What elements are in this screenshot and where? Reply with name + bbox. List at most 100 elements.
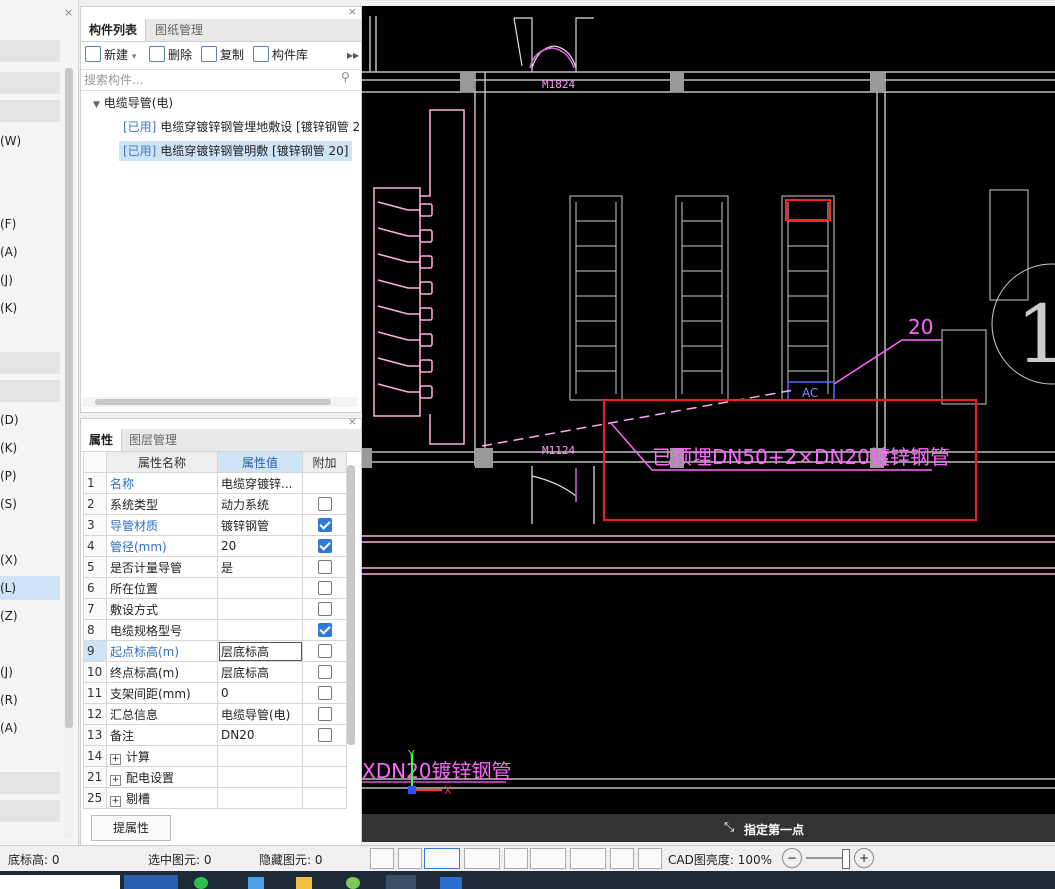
property-value[interactable]: 20 — [217, 535, 303, 557]
app-icon[interactable] — [194, 877, 208, 889]
tree-group[interactable]: ▼ 电缆导管(电) — [93, 93, 173, 113]
nav-item-code[interactable]: (R) — [0, 693, 18, 707]
nav-item-code[interactable]: (K) — [0, 441, 17, 455]
property-row[interactable]: 21 + 配电设置 — [83, 766, 347, 788]
additional-checkbox-cell[interactable] — [302, 514, 347, 536]
additional-checkbox-cell[interactable] — [302, 661, 347, 683]
tree-item-selected[interactable]: [已用] 电缆穿镀锌钢管明敷 [镀锌钢管 20] — [119, 141, 353, 161]
rectangle-select-icon[interactable] — [424, 848, 460, 869]
close-icon[interactable]: × — [348, 5, 357, 18]
property-value[interactable] — [217, 766, 303, 788]
tab-layer-management[interactable]: 图层管理 — [121, 429, 185, 451]
property-row[interactable]: 10 终点标高(m) 层底标高 — [83, 661, 347, 683]
additional-checkbox-cell[interactable] — [302, 493, 347, 515]
additional-checkbox-cell[interactable] — [302, 472, 347, 494]
chevron-down-icon[interactable]: ▾ — [132, 52, 137, 62]
scrollbar[interactable] — [64, 68, 74, 838]
additional-checkbox-cell[interactable] — [302, 703, 347, 725]
nav-item-code[interactable]: (S) — [0, 497, 17, 511]
zoom-in-icon[interactable]: + — [854, 848, 874, 868]
nav-item-code[interactable]: (D) — [0, 413, 19, 427]
checkbox-unchecked[interactable] — [317, 727, 332, 742]
scrollbar-thumb[interactable] — [65, 68, 73, 728]
additional-checkbox-cell[interactable] — [302, 682, 347, 704]
property-value[interactable]: 是 — [217, 556, 303, 578]
app-icon[interactable] — [248, 877, 264, 889]
expand-icon[interactable]: + — [110, 774, 121, 786]
folder-icon[interactable] — [296, 877, 312, 889]
additional-checkbox-cell[interactable] — [302, 724, 347, 746]
property-value[interactable] — [217, 745, 303, 767]
nav-item-code[interactable]: (A) — [0, 721, 18, 735]
additional-checkbox-cell[interactable] — [302, 556, 347, 578]
checkbox-unchecked[interactable] — [317, 580, 332, 595]
property-row[interactable]: 3 导管材质 镀锌钢管 — [83, 514, 347, 536]
snap-grid-icon[interactable] — [370, 848, 394, 869]
additional-checkbox-cell[interactable] — [302, 766, 347, 788]
nav-item-code[interactable]: (A) — [0, 245, 18, 259]
scrollbar-thumb[interactable] — [347, 465, 355, 745]
angle-icon[interactable] — [530, 848, 566, 869]
checkbox-unchecked[interactable] — [317, 559, 332, 574]
slider-handle[interactable] — [842, 849, 850, 869]
property-value[interactable] — [217, 598, 303, 620]
cad-canvas[interactable]: M1824 M1124 AC 1 20 已预埋DN50+2×DN20镀锌钢管 X… — [362, 6, 1055, 814]
expand-icon[interactable]: ▼ — [93, 100, 100, 110]
property-row[interactable]: 5 是否计量导管是 — [83, 556, 347, 578]
horizontal-scrollbar[interactable] — [83, 397, 357, 407]
checkbox-unchecked[interactable] — [317, 706, 332, 721]
property-row[interactable]: 13 备注 DN20 — [83, 724, 347, 746]
expand-icon[interactable]: + — [110, 795, 121, 807]
close-icon[interactable]: × — [348, 415, 357, 428]
property-value[interactable] — [217, 577, 303, 599]
nav-item-code[interactable]: (J) — [0, 273, 13, 287]
property-row[interactable]: 12 汇总信息 电缆导管(电) — [83, 703, 347, 725]
property-row[interactable]: 25 + 剔槽 — [83, 787, 347, 809]
component-library-button[interactable]: 构件库 — [253, 45, 308, 65]
property-value[interactable]: 动力系统 — [217, 493, 303, 515]
ortho-icon[interactable] — [398, 848, 422, 869]
property-row[interactable]: 1 名称 电缆穿镀锌... — [83, 472, 347, 494]
nav-item-code[interactable]: (W) — [0, 134, 21, 148]
property-row[interactable]: 2 系统类型 动力系统 — [83, 493, 347, 515]
additional-checkbox-cell[interactable] — [302, 577, 347, 599]
checkbox-unchecked[interactable] — [317, 685, 332, 700]
checkbox-checked[interactable] — [317, 517, 332, 532]
zoom-out-icon[interactable]: − — [782, 848, 802, 868]
expand-icon[interactable]: + — [110, 753, 121, 765]
checkbox-unchecked[interactable] — [317, 643, 332, 658]
checkbox-checked[interactable] — [317, 538, 332, 553]
property-value[interactable]: 层底标高 — [217, 640, 303, 662]
additional-checkbox-cell[interactable] — [302, 535, 347, 557]
nav-item-code[interactable]: (Z) — [0, 609, 18, 623]
nav-item-code[interactable]: (F) — [0, 217, 16, 231]
intersection-icon[interactable] — [504, 848, 528, 869]
checkbox-unchecked[interactable] — [317, 601, 332, 616]
dimension-icon[interactable] — [570, 848, 606, 869]
property-value[interactable] — [217, 787, 303, 809]
additional-checkbox-cell[interactable] — [302, 598, 347, 620]
taskbar-app[interactable] — [124, 875, 178, 889]
tree-item[interactable]: [已用] 电缆穿镀锌钢管埋地敷设 [镀锌钢管 2 — [123, 117, 360, 137]
nav-item-code[interactable]: (X) — [0, 553, 18, 567]
additional-checkbox-cell[interactable] — [302, 619, 347, 641]
property-row[interactable]: 6 所在位置 — [83, 577, 347, 599]
new-button[interactable]: 新建 ▾ — [85, 45, 136, 65]
nav-item-code[interactable]: (J) — [0, 665, 13, 679]
more-icon[interactable]: ▸▸ — [347, 45, 359, 65]
checkbox-checked[interactable] — [317, 622, 332, 637]
additional-checkbox-cell[interactable] — [302, 745, 347, 767]
property-value[interactable]: 镀锌钢管 — [217, 514, 303, 536]
additional-checkbox-cell[interactable] — [302, 787, 347, 809]
scrollbar-thumb[interactable] — [95, 399, 331, 405]
tab-drawing-management[interactable]: 图纸管理 — [147, 19, 211, 41]
delete-button[interactable]: 删除 — [149, 45, 192, 65]
close-icon[interactable]: × — [64, 6, 73, 19]
display-icon[interactable] — [610, 848, 634, 869]
checkbox-unchecked[interactable] — [317, 496, 332, 511]
property-value[interactable]: DN20 — [217, 724, 303, 746]
cad-drawing[interactable]: M1824 M1124 AC 1 20 已预埋DN50+2×DN20镀锌钢管 X… — [362, 6, 1055, 814]
extract-properties-button[interactable]: 提属性 — [91, 815, 171, 841]
property-value[interactable]: 0 — [217, 682, 303, 704]
tab-component-list[interactable]: 构件列表 — [81, 19, 147, 41]
